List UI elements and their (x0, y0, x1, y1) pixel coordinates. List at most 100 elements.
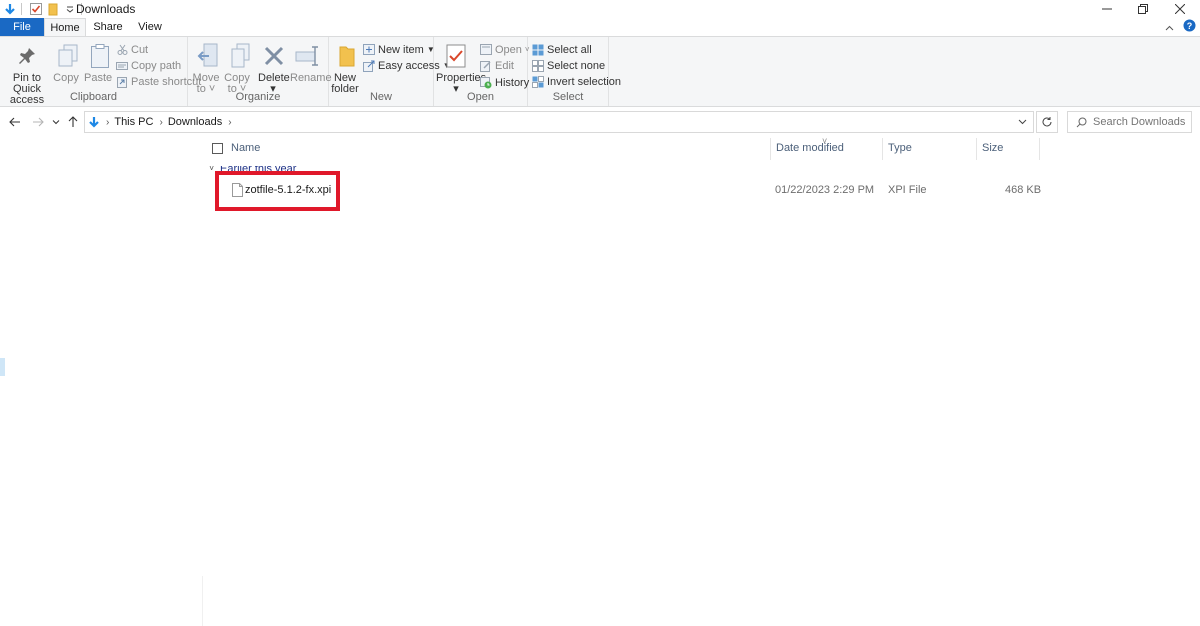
refresh-button[interactable] (1036, 111, 1058, 133)
move-to-icon (192, 41, 224, 71)
properties-button[interactable]: Properties ▾ (436, 41, 486, 95)
column-separator[interactable] (976, 138, 977, 160)
column-separator[interactable] (770, 138, 771, 160)
group-new: New folder New item ▼ Easy access ▼ New (329, 37, 451, 106)
column-header-row: Name Date modified Type Size (208, 138, 1040, 160)
new-item-label: New item (378, 43, 424, 56)
group-clipboard: Pin to Quick access Copy Paste Cut Copy … (0, 37, 201, 106)
breadcrumb-chevron-icon[interactable]: › (106, 117, 109, 128)
column-header-date-modified[interactable]: Date modified (776, 142, 844, 154)
copy-icon (52, 41, 84, 71)
group-label-organize: Organize (235, 91, 281, 103)
rename-label: Rename (290, 72, 332, 84)
new-item-icon (363, 44, 375, 56)
column-header-type[interactable]: Type (888, 142, 912, 154)
group-header-earlier-this-year[interactable]: ˅ Earlier this year (208, 166, 388, 178)
cut-button[interactable]: Cut (116, 42, 148, 57)
breadcrumb-chevron-icon[interactable]: › (159, 117, 162, 128)
edit-pencil-icon (480, 60, 492, 72)
copy-button[interactable]: Copy (52, 41, 80, 84)
group-open: Properties ▾ Open ˅ Edit History Open (434, 37, 530, 106)
up-button[interactable] (65, 113, 81, 131)
copy-path-button[interactable]: Copy path (116, 58, 181, 73)
paste-button[interactable]: Paste (84, 41, 112, 84)
forward-button[interactable] (30, 113, 46, 131)
copy-path-label: Copy path (131, 59, 182, 72)
clipboard-paste-icon (84, 41, 116, 71)
file-row[interactable]: zotfile-5.1.2-fx.xpi 01/22/2023 2:29 PM … (208, 180, 1048, 202)
file-name[interactable]: zotfile-5.1.2-fx.xpi (245, 184, 331, 196)
tab-home[interactable]: Home (44, 18, 86, 36)
rename-button[interactable]: Rename (290, 41, 332, 84)
address-bar[interactable]: › This PC › Downloads › (84, 111, 1034, 133)
edit-button[interactable]: Edit (480, 58, 514, 73)
select-all-button[interactable]: Select all (532, 42, 592, 57)
invert-selection-button[interactable]: Invert selection (532, 74, 621, 89)
download-arrow-icon (3, 2, 17, 16)
column-header-name[interactable]: Name (231, 142, 260, 154)
select-all-icon (532, 44, 544, 56)
easy-access-label: Easy access (378, 59, 440, 72)
rename-icon (291, 41, 323, 71)
qat-customize-chevron-icon[interactable] (63, 2, 77, 16)
history-clock-icon (480, 76, 492, 89)
group-label-new: New (369, 91, 392, 103)
restore-button[interactable] (1123, 0, 1163, 18)
pane-divider (202, 576, 203, 626)
column-header-size[interactable]: Size (982, 142, 1003, 154)
file-icon (232, 183, 243, 197)
move-to-button[interactable]: Move to ˅ (192, 41, 220, 95)
window-title: Downloads (76, 2, 136, 16)
minimize-button[interactable] (1087, 0, 1127, 18)
tab-view[interactable]: View (130, 18, 170, 36)
close-button[interactable] (1160, 0, 1200, 18)
copy-to-icon (224, 41, 256, 71)
group-organize: Move to ˅ Copy to ˅ Delete ▾ Rename Orga… (188, 37, 332, 106)
tab-share[interactable]: Share (88, 18, 128, 36)
breadcrumb-downloads[interactable]: Downloads (168, 116, 222, 128)
copy-path-icon (116, 60, 128, 72)
history-label: History (495, 76, 530, 89)
scissors-icon (116, 44, 128, 56)
copy-to-button[interactable]: Copy to ˅ (224, 41, 250, 95)
select-none-button[interactable]: Select none (532, 58, 605, 73)
collapse-ribbon-chevron-icon[interactable] (1165, 20, 1174, 34)
group-collapse-chevron-icon[interactable]: ˅ (209, 166, 214, 173)
edit-label: Edit (495, 59, 514, 72)
new-folder-button[interactable]: New folder (331, 41, 359, 95)
paste-shortcut-icon (116, 76, 128, 88)
tab-file[interactable]: File (0, 18, 44, 36)
qat-separator (21, 3, 22, 15)
downloads-arrow-icon (88, 116, 100, 129)
paste-label: Paste (84, 72, 113, 84)
svg-text:?: ? (1186, 21, 1192, 31)
ribbon-help-area: ? (1160, 18, 1200, 36)
search-icon (1076, 117, 1087, 128)
quick-access-toolbar (0, 1, 86, 17)
properties-check-icon[interactable] (29, 2, 43, 16)
open-button[interactable]: Open ˅ (480, 42, 530, 57)
delete-button[interactable]: Delete ▾ (258, 41, 290, 95)
back-button[interactable] (7, 113, 23, 131)
title-bar: Downloads (0, 0, 1200, 18)
invert-selection-label: Invert selection (547, 75, 621, 88)
column-separator[interactable] (882, 138, 883, 160)
group-label-select: Select (552, 91, 584, 103)
search-input[interactable] (1093, 116, 1193, 128)
history-button[interactable]: History (480, 75, 529, 90)
select-all-label: Select all (547, 43, 592, 56)
search-box[interactable] (1067, 111, 1193, 133)
recent-locations-button[interactable] (50, 113, 62, 131)
new-folder-icon[interactable] (46, 2, 60, 16)
group-select: Select all Select none Invert selection … (528, 37, 621, 106)
breadcrumb-chevron-icon[interactable]: › (228, 117, 231, 128)
column-separator[interactable] (1039, 138, 1040, 160)
file-size: 468 KB (1005, 184, 1042, 196)
select-none-icon (532, 59, 544, 72)
help-icon[interactable]: ? (1183, 19, 1196, 35)
group-label-open: Open (467, 91, 494, 103)
breadcrumb-this-pc[interactable]: This PC (114, 116, 153, 128)
navigation-pane-selection[interactable] (0, 358, 5, 376)
new-item-button[interactable]: New item ▼ (363, 42, 435, 57)
address-dropdown-icon[interactable] (1015, 115, 1029, 129)
